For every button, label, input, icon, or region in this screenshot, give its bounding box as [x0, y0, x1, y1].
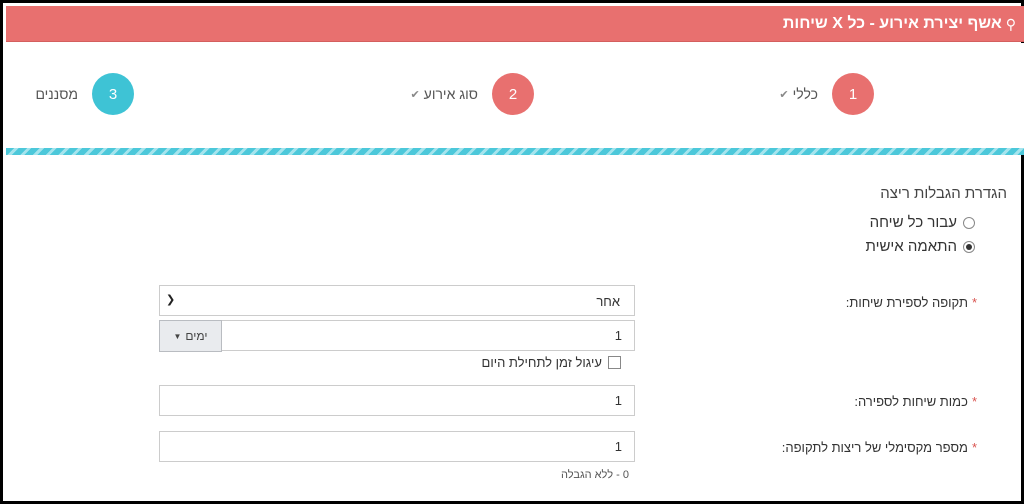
period-label: *תקופה לספירת שיחות: — [846, 295, 977, 310]
radio-label: עבור כל שיחה — [869, 214, 957, 231]
step-label-text: מסננים — [35, 86, 78, 102]
calls-count-input[interactable]: 1 — [159, 385, 635, 416]
period-unit-dropdown[interactable]: ימים ▼ — [159, 320, 222, 352]
period-select-value: אחר — [596, 294, 620, 309]
step-number: 2 — [492, 73, 534, 115]
step-label: כללי ✔ — [779, 86, 818, 102]
radio-label: התאמה אישית — [865, 238, 958, 255]
period-select[interactable]: אחר ❯ — [159, 285, 635, 316]
calls-count-label-text: כמות שיחות לספירה: — [854, 394, 968, 409]
period-label-text: תקופה לספירת שיחות: — [845, 295, 968, 310]
max-runs-label: *מספר מקסימלי של ריצות לתקופה: — [782, 440, 977, 455]
max-runs-input[interactable]: 1 — [159, 431, 635, 462]
round-time-label: עיגול זמן לתחילת היום — [481, 355, 603, 370]
wizard-title: ⚲ אשף יצירת אירוע - כל X שיחות — [783, 15, 1016, 33]
step-number: 1 — [832, 73, 874, 115]
step-filters[interactable]: 3 מסננים — [35, 73, 134, 115]
required-mark: * — [971, 440, 977, 455]
step-label: מסננים — [35, 86, 78, 102]
round-time-checkbox[interactable] — [608, 356, 621, 369]
period-unit-label: ימים — [185, 329, 208, 343]
required-mark: * — [971, 394, 977, 409]
max-runs-hint: 0 - ללא הגבלה — [561, 469, 629, 481]
radio-circle-icon[interactable] — [963, 216, 975, 229]
chevron-down-icon: ❯ — [166, 294, 176, 306]
check-icon: ✔ — [779, 88, 789, 101]
limits-section-title: הגדרת הגבלות ריצה — [880, 185, 1007, 202]
wizard-steps: 1 כללי ✔ 2 סוג אירוע ✔ 3 מסננים — [6, 43, 1024, 148]
round-time-option[interactable]: עיגול זמן לתחילת היום — [481, 355, 621, 370]
max-runs-label-text: מספר מקסימלי של ריצות לתקופה: — [781, 440, 968, 455]
required-mark: * — [971, 295, 977, 310]
period-amount-input[interactable]: 1 — [159, 320, 635, 351]
wizard-window: ⚲ אשף יצירת אירוע - כל X שיחות 1 כללי ✔ … — [0, 0, 1024, 504]
step-event-type[interactable]: 2 סוג אירוע ✔ — [410, 73, 534, 115]
radio-selected-icon[interactable] — [963, 240, 975, 253]
step-number: 3 — [92, 73, 134, 115]
radio-every-call[interactable]: עבור כל שיחה — [870, 214, 975, 231]
step-label-text: כללי — [792, 86, 818, 102]
step-general[interactable]: 1 כללי ✔ — [779, 73, 874, 115]
magic-wand-icon: ⚲ — [1005, 15, 1016, 32]
step-label: סוג אירוע ✔ — [410, 86, 478, 102]
caret-down-icon: ▼ — [173, 331, 182, 341]
radio-custom[interactable]: התאמה אישית — [865, 238, 975, 255]
progress-stripe — [6, 148, 1024, 155]
step-label-text: סוג אירוע — [423, 86, 478, 102]
wizard-title-text: אשף יצירת אירוע - כל X שיחות — [782, 15, 1002, 32]
calls-count-label: *כמות שיחות לספירה: — [854, 394, 977, 409]
check-icon: ✔ — [410, 88, 420, 101]
wizard-header: ⚲ אשף יצירת אירוע - כל X שיחות — [6, 6, 1024, 42]
